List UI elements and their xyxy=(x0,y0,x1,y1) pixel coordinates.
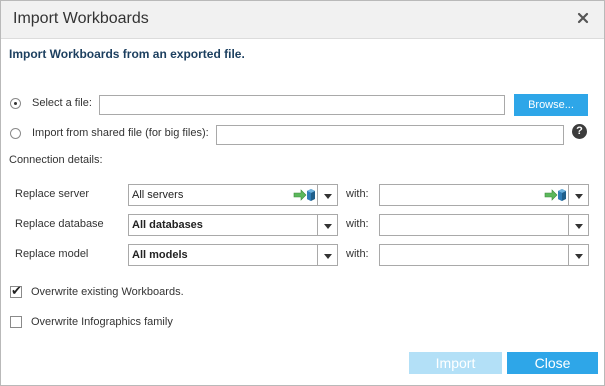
overwrite-workboards-checkbox[interactable]: ✔ xyxy=(10,283,22,298)
checkmark-icon: ✔ xyxy=(11,283,22,298)
replace-database-with-dropdown-button[interactable] xyxy=(568,214,589,236)
select-file-radio[interactable] xyxy=(10,98,21,109)
shared-file-label: Import from shared file (for big files): xyxy=(32,127,209,139)
close-button[interactable]: Close xyxy=(507,352,598,374)
replace-model-with-dropdown-button[interactable] xyxy=(568,244,589,266)
replace-model-value: All models xyxy=(132,249,188,261)
help-icon[interactable]: ? xyxy=(572,124,587,139)
replace-model-with-label: with: xyxy=(346,248,369,260)
replace-database-combo[interactable]: All databases xyxy=(128,214,318,236)
replace-server-with-label: with: xyxy=(346,188,369,200)
overwrite-infographics-label: Overwrite Infographics family xyxy=(31,316,173,328)
select-file-label: Select a file: xyxy=(32,97,92,109)
replace-server-value: All servers xyxy=(132,189,184,201)
overwrite-workboards-label: Overwrite existing Workboards. xyxy=(31,286,184,298)
replace-model-with-combo[interactable] xyxy=(379,244,569,266)
dialog-titlebar: Import Workboards xyxy=(1,1,604,39)
cube-connect-icon xyxy=(544,189,566,201)
browse-button[interactable]: Browse... xyxy=(514,94,588,116)
replace-model-label: Replace model xyxy=(15,248,89,260)
replace-database-with-combo[interactable] xyxy=(379,214,569,236)
replace-model-dropdown-button[interactable] xyxy=(317,244,338,266)
shared-file-input[interactable] xyxy=(216,125,564,145)
cube-connect-icon xyxy=(293,189,315,201)
replace-server-label: Replace server xyxy=(15,188,89,200)
connection-details-heading: Connection details: xyxy=(9,154,103,166)
replace-server-dropdown-button[interactable] xyxy=(317,184,338,206)
file-path-input[interactable] xyxy=(99,95,505,115)
replace-database-with-label: with: xyxy=(346,218,369,230)
replace-model-combo[interactable]: All models xyxy=(128,244,318,266)
replace-database-dropdown-button[interactable] xyxy=(317,214,338,236)
dialog-subtitle: Import Workboards from an exported file. xyxy=(9,47,245,61)
dialog-title: Import Workboards xyxy=(13,10,149,27)
close-icon[interactable] xyxy=(576,11,590,25)
overwrite-infographics-checkbox[interactable] xyxy=(10,316,22,328)
replace-server-combo[interactable]: All servers xyxy=(128,184,318,206)
import-button[interactable]: Import xyxy=(409,352,502,374)
replace-database-label: Replace database xyxy=(15,218,104,230)
replace-server-with-dropdown-button[interactable] xyxy=(568,184,589,206)
replace-database-value: All databases xyxy=(132,219,203,231)
import-workboards-dialog: Import Workboards Import Workboards from… xyxy=(0,0,605,386)
replace-server-with-combo[interactable] xyxy=(379,184,569,206)
shared-file-radio[interactable] xyxy=(10,128,21,139)
